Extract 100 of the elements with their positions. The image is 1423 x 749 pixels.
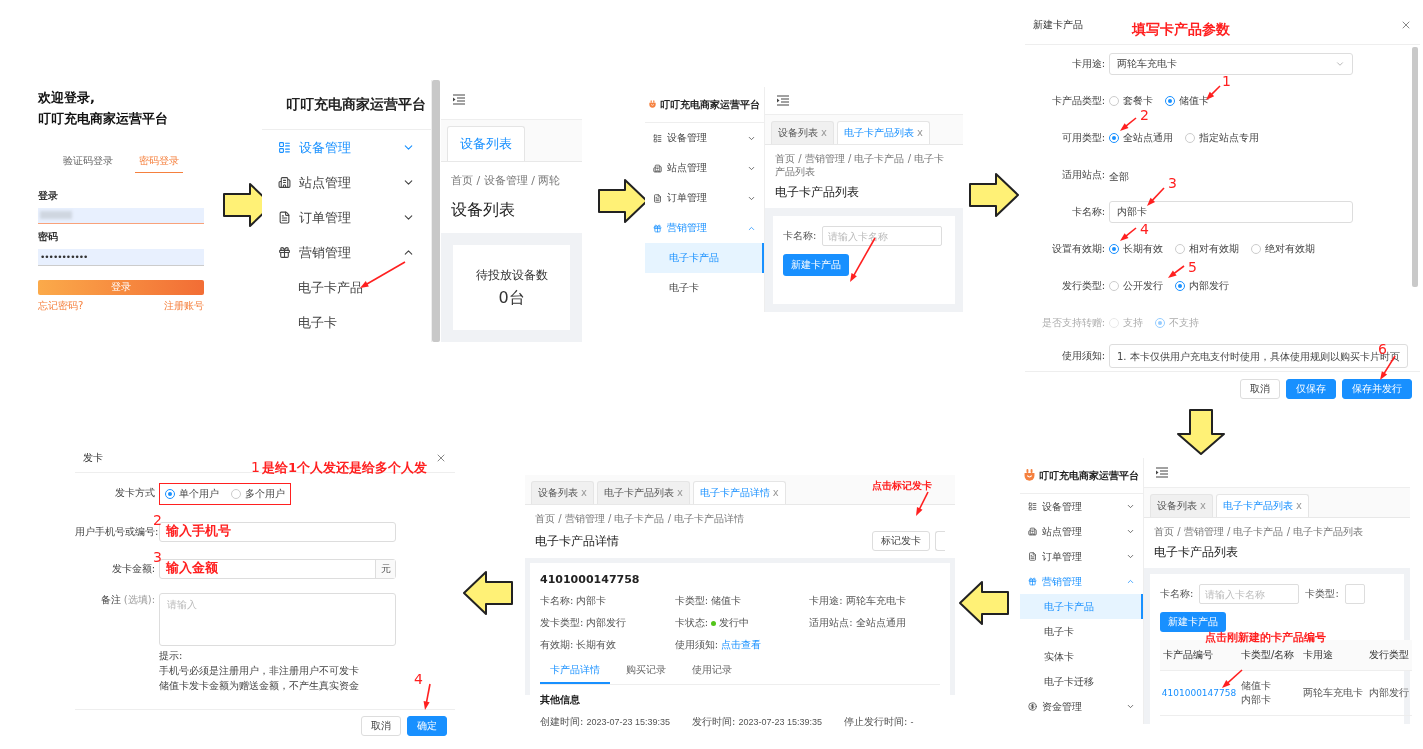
menu-item[interactable]: 设备管理 [645,123,764,153]
breadcrumb: 首页 / 营销管理 / 电子卡产品 / 电子卡产品列表 [1154,525,1365,538]
submenu-item[interactable]: 电子卡产品 [262,270,431,305]
flow-arrow [958,580,1010,628]
menu-item[interactable]: 订单管理 [262,200,431,235]
page-title: 电子卡产品详情 [535,532,619,550]
page-tab[interactable]: 设备列表 x [531,481,594,504]
form-label: 备注 (选填): [99,593,155,607]
menu-icon [278,246,291,259]
cancel-button[interactable]: 取消 [361,715,401,736]
page-title: 设备列表 [451,200,516,222]
card-number: 4101000147758 [540,573,641,586]
form-label: 卡产品类型: [1050,93,1105,108]
detail-field: 有效期: 长期有效 [540,638,671,652]
radio-label: 相对有效期 [1189,241,1239,256]
dialog-title: 新建卡产品 [1033,17,1083,32]
submenu-item[interactable]: 电子卡 [262,305,431,340]
menu-icon [653,133,662,143]
menu-icon [278,176,291,189]
unit-suffix: 元 [375,559,395,578]
submenu-item[interactable]: 电子卡 [1020,619,1143,644]
submenu-item[interactable]: 实体卡 [1020,644,1143,669]
menu-fold-icon[interactable] [777,95,789,106]
detail-field: 发卡类型: 内部发行 [540,616,671,630]
menu-item[interactable]: 订单管理 [645,183,764,213]
form-label: 可用类型: [1060,130,1105,145]
logo-icon [1024,468,1035,483]
blurred-value [40,211,72,220]
scrollbar[interactable] [1412,47,1418,287]
platform-name: 叮叮充电商家运营平台 [286,95,426,114]
menu-icon [1028,502,1037,511]
radio-label: 储值卡 [1179,93,1209,108]
form-label: 发卡金额: [110,562,155,576]
filter-label: 卡名称: [783,229,817,243]
detail-field: 停止发行时间: - [844,715,940,729]
button-edge[interactable] [935,531,945,551]
page-tab[interactable]: 电子卡产品列表 x [596,481,690,504]
detail-field: 卡用途: 两轮车充电卡 [809,594,940,608]
account-field[interactable] [38,207,204,225]
search-field[interactable]: 请输入卡名称 [1199,584,1300,604]
scrollbar[interactable] [432,80,440,342]
detail-tab[interactable]: 使用记录 [682,660,742,684]
submenu-item[interactable]: 电子卡 [645,273,764,303]
menu-item[interactable]: 站点管理 [1020,519,1143,544]
form-label: 卡用途: [1070,56,1105,71]
annotation-note: 是给1个人发还是给多个人发 [262,461,428,476]
table-cell: 两轮车充电卡 [1300,671,1366,716]
menu-icon [1028,577,1037,586]
step-number: 4 [1140,222,1149,236]
menu-item[interactable]: 资金管理 [1020,694,1143,719]
menu-icon [653,163,662,173]
menu-item[interactable]: 站点管理 [262,165,431,200]
detail-field: 卡名称: 内部卡 [540,594,671,608]
section-title: 其他信息 [540,693,581,707]
menu-icon [1028,702,1037,711]
phone-field[interactable] [159,521,396,542]
search-field[interactable]: 请输入卡名称 [822,226,943,246]
page-title: 电子卡产品列表 [1154,544,1239,561]
menu-fold-icon[interactable] [453,94,465,105]
detail-field: 卡状态: 发行中 [674,616,806,630]
table-cell: 储值卡 [1241,679,1271,693]
submenu-item[interactable]: 电子卡迁移 [1020,669,1143,694]
radio-label: 长期有效 [1123,241,1163,256]
menu-item[interactable]: 订单管理 [1020,544,1143,569]
form-label: 是否支持转赠: [1040,315,1105,330]
radio-label: 内部发行 [1189,278,1229,293]
form-label: 发卡方式 [114,486,155,500]
page-tab[interactable]: 设备列表 x [771,121,834,144]
radio-label: 公开发行 [1123,278,1163,293]
detail-field: 适用站点: 全站点通用 [809,616,940,630]
platform-name: 叮叮充电商家运营平台 [38,109,169,128]
select-field[interactable]: 两轮车充电卡 [1109,52,1353,75]
radio-label: 多个用户 [245,487,285,501]
menu-item[interactable]: 营销管理 [262,235,431,270]
dialog-button[interactable]: 取消 [1240,378,1280,399]
annotation-note: 填写卡产品参数 [1132,22,1230,38]
page-tab[interactable]: 设备列表 x [1150,494,1213,517]
filter-label: 卡名称: [1160,587,1194,601]
input-field[interactable]: 内部卡 [1109,200,1353,223]
page-title: 电子卡产品列表 [775,184,860,201]
breadcrumb: 首页 / 设备管理 / 两轮 [451,174,562,189]
radio-label: 绝对有效期 [1265,241,1315,256]
detail-field: 创建时间: 2023-07-23 15:39:35 [540,715,688,729]
menu-item[interactable]: 设备管理 [1020,494,1143,519]
menu-item[interactable]: 站点管理 [645,153,764,183]
password-field[interactable]: ••••••••••• [38,249,204,266]
radio-label: 单个用户 [179,487,219,501]
stat-label: 待投放设备数 [475,266,548,284]
annotation-note: 输入金额 [166,561,218,576]
flow-arrow [968,172,1020,220]
form-label: 发行类型: [1060,278,1105,293]
login-tab[interactable]: 验证码登录 [59,153,117,173]
input-field[interactable] [1344,584,1365,604]
menu-icon [1028,527,1037,536]
detail-tab[interactable]: 购买记录 [616,660,676,684]
radio-label: 套餐卡 [1123,93,1153,108]
field-label: 登录 [38,188,59,203]
radio-label: 指定站点专用 [1199,130,1259,145]
mark-issue-button[interactable]: 标记发卡 [872,531,930,551]
menu-fold-icon[interactable] [1156,467,1168,478]
